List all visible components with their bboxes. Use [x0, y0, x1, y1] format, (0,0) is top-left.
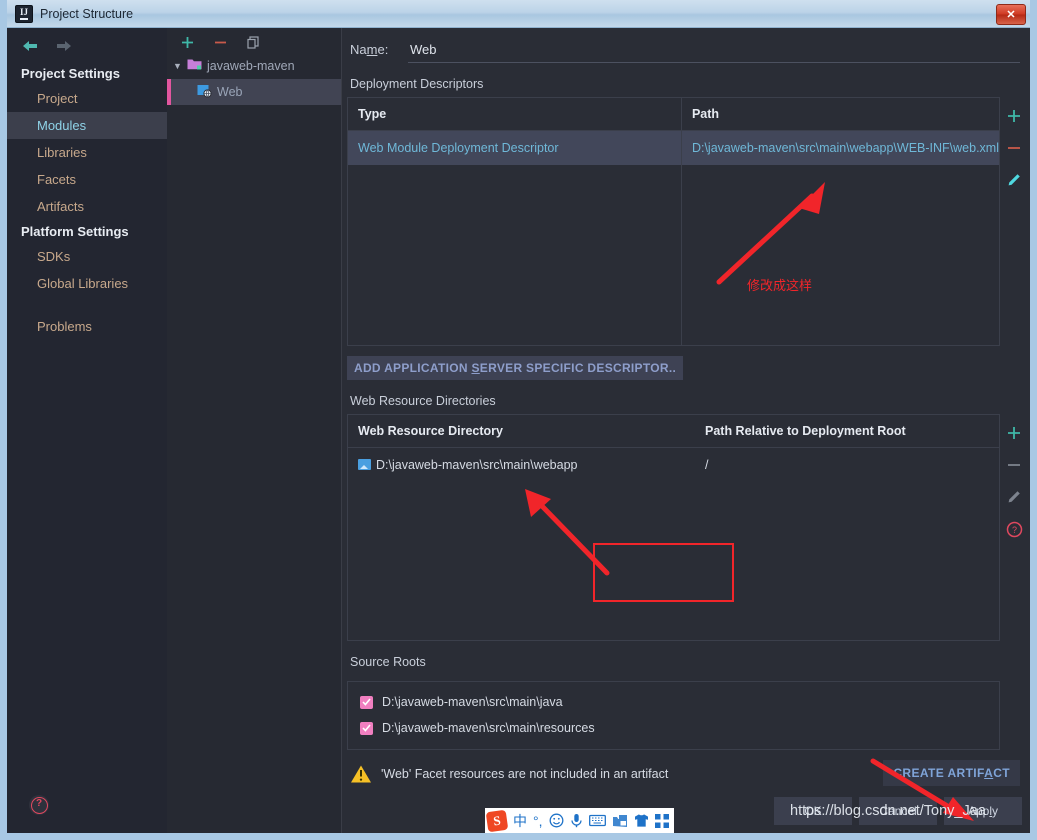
sogou-logo-icon[interactable]: S — [485, 809, 509, 832]
chevron-down-icon: ▼ — [173, 61, 182, 71]
table-header-row: Type Path — [347, 97, 1000, 131]
sidebar-item-libraries[interactable]: Libraries — [7, 139, 167, 166]
source-roots-title: Source Roots — [350, 655, 426, 669]
cell-path: D:\javaweb-maven\src\main\webapp\WEB-INF… — [681, 130, 1000, 165]
artifact-warning-text: 'Web' Facet resources are not included i… — [381, 767, 669, 781]
intellij-idea-icon: IJ — [15, 4, 33, 23]
tree-node-web[interactable]: Web — [167, 79, 341, 105]
column-type[interactable]: Type — [347, 97, 682, 131]
module-tree-toolbar — [167, 28, 341, 53]
edit-web-resource-button[interactable] — [1005, 488, 1023, 506]
name-input[interactable]: Web — [408, 42, 1020, 63]
close-button[interactable]: ✕ — [996, 4, 1026, 25]
create-artifact-button[interactable]: CREATE ARTIFACT — [883, 760, 1020, 786]
cancel-button[interactable]: Cancel — [859, 797, 937, 825]
sidebar-item-artifacts[interactable]: Artifacts — [7, 193, 167, 220]
web-resource-directories-title: Web Resource Directories — [350, 394, 496, 408]
filler-cell-right — [695, 482, 1000, 641]
filler-cell-right — [681, 165, 999, 346]
ime-toolbox-icon[interactable] — [654, 813, 669, 828]
column-path-relative[interactable]: Path Relative to Deployment Root — [695, 414, 1000, 448]
ok-button[interactable]: OK — [774, 797, 852, 825]
web-resources-table: Web Resource Directory Path Relative to … — [347, 414, 1000, 641]
back-arrow-icon[interactable] — [21, 38, 39, 54]
web-resources-table-tools: ? — [1001, 414, 1027, 538]
web-resource-help-button[interactable]: ? — [1005, 520, 1023, 538]
table-row[interactable]: D:\javaweb-maven\src\main\webapp / — [348, 448, 1000, 483]
warning-triangle-icon — [350, 764, 372, 784]
add-web-resource-button[interactable] — [1005, 424, 1023, 442]
module-folder-icon — [187, 58, 202, 74]
deployment-descriptors-table-wrap: Type Path Web Module Deployment Descript… — [347, 97, 1020, 346]
table-row[interactable]: Web Module Deployment Descriptor D:\java… — [347, 130, 1000, 165]
folder-icon — [358, 459, 371, 470]
facet-settings-pane: Name: Web Deployment Descriptors Type Pa… — [342, 28, 1030, 833]
table-header-row: Web Resource Directory Path Relative to … — [347, 414, 1000, 448]
cell-type: Web Module Deployment Descriptor — [347, 130, 682, 165]
deployment-descriptors-table: Type Path Web Module Deployment Descript… — [347, 97, 1000, 346]
svg-text:?: ? — [1011, 525, 1016, 535]
source-root-checkbox[interactable] — [360, 695, 373, 709]
sidebar-group-platform-settings: Platform Settings — [21, 224, 129, 239]
ime-emoji-icon[interactable] — [549, 813, 564, 828]
annotation-note-text: 修改成这样 — [747, 279, 813, 294]
ime-voice-icon[interactable] — [570, 813, 583, 828]
dialog-button-bar: OK Cancel Apply — [774, 797, 1022, 825]
web-facet-icon — [197, 84, 212, 101]
cell-path-relative: / — [705, 458, 709, 472]
name-label: Name: — [350, 42, 389, 57]
sidebar-item-sdks[interactable]: SDKs — [7, 243, 167, 270]
name-row: Name: Web — [342, 28, 1030, 63]
remove-descriptor-button[interactable] — [1005, 139, 1023, 157]
tree-node-javaweb-maven[interactable]: ▼ javaweb-maven — [167, 53, 341, 79]
source-root-path: D:\javaweb-maven\src\main\resources — [382, 721, 595, 735]
ime-skin-icon[interactable] — [634, 813, 649, 828]
sidebar-item-global-libraries[interactable]: Global Libraries — [7, 270, 167, 297]
remove-module-button[interactable] — [212, 34, 229, 51]
annotation-red-box — [593, 543, 734, 602]
cell-web-resource-directory: D:\javaweb-maven\src\main\webapp — [348, 448, 696, 483]
window-titlebar: IJ Project Structure ✕ — [7, 0, 1030, 28]
column-web-resource-directory[interactable]: Web Resource Directory — [347, 414, 695, 448]
sidebar-group-project-settings: Project Settings — [21, 66, 120, 81]
deployment-table-tools — [1001, 97, 1027, 189]
remove-web-resource-button[interactable] — [1005, 456, 1023, 474]
add-module-button[interactable] — [179, 34, 196, 51]
sidebar-item-problems[interactable]: Problems — [7, 313, 167, 340]
ime-keyboard-icon[interactable] — [588, 814, 606, 827]
sidebar-item-project[interactable]: Project — [7, 85, 167, 112]
column-path[interactable]: Path — [681, 97, 1000, 131]
project-structure-dialog: IJ Project Structure ✕ Project Settings … — [0, 0, 1037, 840]
edit-descriptor-button[interactable] — [1005, 171, 1023, 189]
filler-cell-left — [347, 165, 682, 346]
settings-sidebar: Project Settings Project Modules Librari… — [7, 28, 167, 833]
source-root-path: D:\javaweb-maven\src\main\java — [382, 695, 563, 709]
add-application-server-descriptor-button[interactable]: ADD APPLICATION SERVER SPECIFIC DESCRIPT… — [347, 356, 684, 380]
table-filler-row — [347, 165, 1000, 346]
ime-screenshot-icon[interactable] — [612, 814, 628, 828]
sidebar-item-modules[interactable]: Modules — [7, 112, 167, 139]
copy-module-button[interactable] — [245, 34, 262, 51]
ime-punctuation[interactable]: °, — [533, 813, 543, 829]
sidebar-item-facets[interactable]: Facets — [7, 166, 167, 193]
add-descriptor-button[interactable] — [1005, 107, 1023, 125]
window-title: Project Structure — [40, 6, 134, 21]
tree-node-label: Web — [217, 85, 243, 99]
ime-mode-chinese[interactable]: 中 — [513, 811, 527, 831]
source-root-checkbox[interactable] — [360, 721, 373, 735]
deployment-descriptors-title: Deployment Descriptors — [350, 77, 484, 91]
module-tree-panel: ▼ javaweb-maven Web — [167, 28, 342, 833]
nav-arrows — [7, 28, 167, 62]
tree-node-label: javaweb-maven — [207, 59, 295, 73]
forward-arrow-icon[interactable] — [55, 38, 73, 54]
ime-toolbar: S 中 °, — [485, 808, 674, 833]
help-circle-icon[interactable]: ? — [29, 795, 49, 815]
web-resources-table-wrap: Web Resource Directory Path Relative to … — [347, 414, 1022, 641]
source-root-row[interactable]: D:\javaweb-maven\src\main\java — [348, 689, 999, 715]
source-roots-box: D:\javaweb-maven\src\main\java D:\javawe… — [347, 681, 1000, 750]
apply-button[interactable]: Apply — [944, 797, 1022, 825]
source-root-row[interactable]: D:\javaweb-maven\src\main\resources — [348, 715, 999, 741]
